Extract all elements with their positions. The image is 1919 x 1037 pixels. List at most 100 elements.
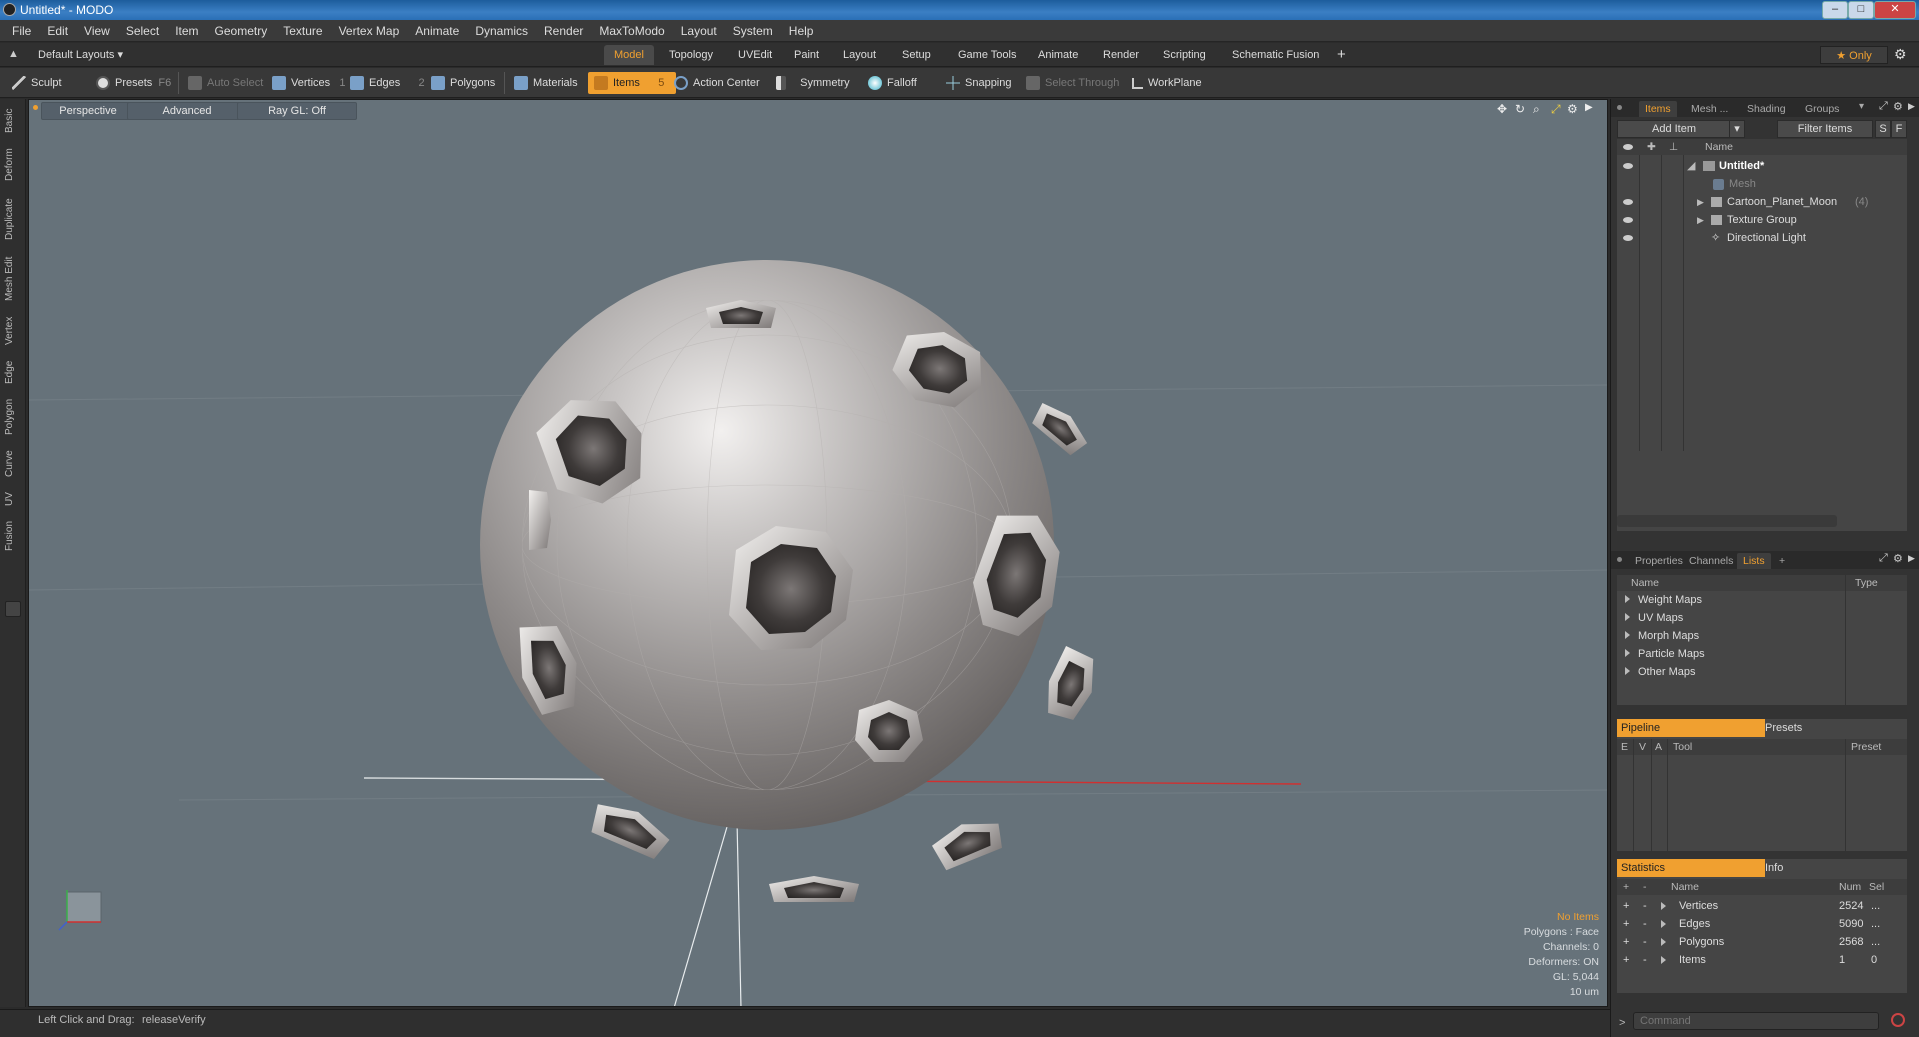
edges-button[interactable]: Edges 2 <box>344 72 431 94</box>
add-item-button[interactable]: Add Item <box>1617 120 1731 138</box>
panel-settings-icon[interactable]: ⚙ <box>1893 552 1903 565</box>
advanced-shading-button[interactable]: Advanced <box>127 102 247 120</box>
falloff-button[interactable]: Falloff <box>862 72 923 94</box>
panel-menu-dot[interactable] <box>1617 105 1622 110</box>
tree-item-directional-light[interactable]: ✧ Directional Light <box>1617 229 1907 247</box>
viewport-expand-icon[interactable]: ▶ <box>1585 102 1593 113</box>
panel-toggle[interactable] <box>5 601 21 617</box>
tab-properties[interactable]: Properties <box>1629 553 1689 569</box>
maximize-view-icon[interactable]: ⤢ <box>1551 102 1561 117</box>
tab-lists[interactable]: Lists <box>1737 553 1771 569</box>
tab-info[interactable]: Info <box>1765 859 1783 877</box>
snapping-button[interactable]: Snapping <box>940 72 1018 94</box>
expand-arrow-icon[interactable] <box>1661 938 1666 946</box>
add-icon[interactable]: + <box>1623 933 1629 951</box>
gear-icon[interactable]: ⚙ <box>1894 46 1907 63</box>
menu-edit[interactable]: Edit <box>39 20 76 42</box>
menu-vertex-map[interactable]: Vertex Map <box>331 20 408 42</box>
add-icon[interactable]: + <box>1623 951 1629 969</box>
tab-shading[interactable]: Shading <box>1741 101 1792 117</box>
menu-layout[interactable]: Layout <box>673 20 725 42</box>
tree-item-texture-group[interactable]: ▶ Texture Group <box>1617 211 1907 229</box>
remove-icon[interactable]: - <box>1643 933 1647 951</box>
tab-layout[interactable]: Layout <box>833 45 886 65</box>
tab-channels[interactable]: Channels <box>1683 553 1739 569</box>
tab-duplicate[interactable]: Duplicate <box>4 193 22 245</box>
tab-edge[interactable]: Edge <box>4 357 22 387</box>
stat-row-polygons[interactable]: + - Polygons 2568 ... <box>1617 933 1907 951</box>
stat-row-edges[interactable]: + - Edges 5090 ... <box>1617 915 1907 933</box>
s-button[interactable]: S <box>1875 120 1891 138</box>
tab-animate[interactable]: Animate <box>1028 45 1088 65</box>
tree-item-cartoon-planet-moon[interactable]: ▶ Cartoon_Planet_Moon (4) <box>1617 193 1907 211</box>
expand-arrow-icon[interactable]: ▶ <box>1697 193 1704 211</box>
tab-groups[interactable]: Groups <box>1799 101 1845 117</box>
menu-help[interactable]: Help <box>781 20 822 42</box>
tab-items[interactable]: Items <box>1639 101 1677 117</box>
menu-select[interactable]: Select <box>118 20 167 42</box>
tab-polygon[interactable]: Polygon <box>4 395 22 439</box>
add-item-dropdown[interactable]: ▾ <box>1729 120 1745 138</box>
tab-statistics[interactable]: Statistics <box>1617 859 1765 877</box>
filter-items-input[interactable]: Filter Items <box>1777 120 1873 138</box>
stat-row-vertices[interactable]: + - Vertices 2524 ... <box>1617 897 1907 915</box>
presets-button[interactable]: Presets F6 <box>90 72 177 94</box>
close-button[interactable]: ✕ <box>1874 1 1916 19</box>
menu-file[interactable]: File <box>0 20 39 42</box>
action-center-button[interactable]: Action Center <box>668 72 766 94</box>
tab-model[interactable]: Model <box>604 45 654 65</box>
tab-vertex[interactable]: Vertex <box>4 313 22 349</box>
tab-presets[interactable]: Presets <box>1765 719 1802 737</box>
visibility-icon[interactable] <box>1623 235 1633 241</box>
3d-viewport[interactable]: Perspective Advanced Ray GL: Off ✥ ↻ ⌕ ⤢… <box>28 99 1608 1007</box>
record-macro-icon[interactable] <box>1891 1013 1905 1027</box>
items-button[interactable]: Items 5 <box>588 72 676 94</box>
tab-render[interactable]: Render <box>1093 45 1149 65</box>
stat-row-items[interactable]: + - Items 1 0 <box>1617 951 1907 969</box>
expand-arrow-icon[interactable] <box>1625 595 1630 603</box>
tab-deform[interactable]: Deform <box>4 145 22 185</box>
menu-maxtomodo[interactable]: MaxToModo <box>591 20 672 42</box>
panel-menu-dot[interactable] <box>1617 557 1622 562</box>
menu-texture[interactable]: Texture <box>275 20 330 42</box>
tab-curve[interactable]: Curve <box>4 447 22 481</box>
tab-fusion[interactable]: Fusion <box>4 517 22 555</box>
viewport-settings-icon[interactable]: ⚙ <box>1567 102 1578 116</box>
zoom-view-icon[interactable]: ⌕ <box>1533 102 1540 117</box>
tab-mesh-edit[interactable]: Mesh Edit <box>4 253 22 305</box>
panel-settings-icon[interactable]: ⚙ <box>1893 100 1903 113</box>
materials-button[interactable]: Materials <box>508 72 584 94</box>
viewport-menu-dot[interactable] <box>33 105 38 110</box>
expand-arrow-icon[interactable] <box>1661 920 1666 928</box>
tab-scripting[interactable]: Scripting <box>1153 45 1216 65</box>
horizontal-scrollbar[interactable] <box>1617 515 1837 527</box>
view-mode-button[interactable]: Perspective <box>41 102 135 120</box>
visibility-icon[interactable] <box>1623 163 1633 169</box>
viewport-scene[interactable] <box>29 100 1608 1007</box>
tab-paint[interactable]: Paint <box>784 45 829 65</box>
layout-menu-icon[interactable]: ▲ <box>8 48 19 60</box>
select-through-button[interactable]: Select Through <box>1020 72 1125 94</box>
tab-topology[interactable]: Topology <box>659 45 723 65</box>
panel-arrow-icon[interactable]: ▶ <box>1908 101 1915 112</box>
expand-arrow-icon[interactable] <box>1625 649 1630 657</box>
expand-arrow-icon[interactable]: ◢ <box>1687 157 1695 175</box>
expand-arrow-icon[interactable] <box>1661 902 1666 910</box>
expand-arrow-icon[interactable]: ▶ <box>1697 211 1704 229</box>
tab-setup[interactable]: Setup <box>892 45 941 65</box>
menu-system[interactable]: System <box>725 20 781 42</box>
command-input[interactable] <box>1633 1012 1879 1030</box>
menu-view[interactable]: View <box>76 20 118 42</box>
expand-arrow-icon[interactable] <box>1625 631 1630 639</box>
raygl-button[interactable]: Ray GL: Off <box>237 102 357 120</box>
tab-uvedit[interactable]: UVEdit <box>728 45 782 65</box>
tree-item-mesh[interactable]: Mesh <box>1617 175 1907 193</box>
add-layout-tab-button[interactable]: + <box>1327 45 1356 65</box>
tab-game-tools[interactable]: Game Tools <box>948 45 1027 65</box>
auto-select-button[interactable]: Auto Select <box>182 72 269 94</box>
expand-arrow-icon[interactable] <box>1625 613 1630 621</box>
expand-arrow-icon[interactable] <box>1661 956 1666 964</box>
remove-icon[interactable]: - <box>1643 951 1647 969</box>
chevron-down-icon[interactable]: ▾ <box>1859 101 1864 112</box>
maximize-button[interactable]: □ <box>1848 1 1874 19</box>
